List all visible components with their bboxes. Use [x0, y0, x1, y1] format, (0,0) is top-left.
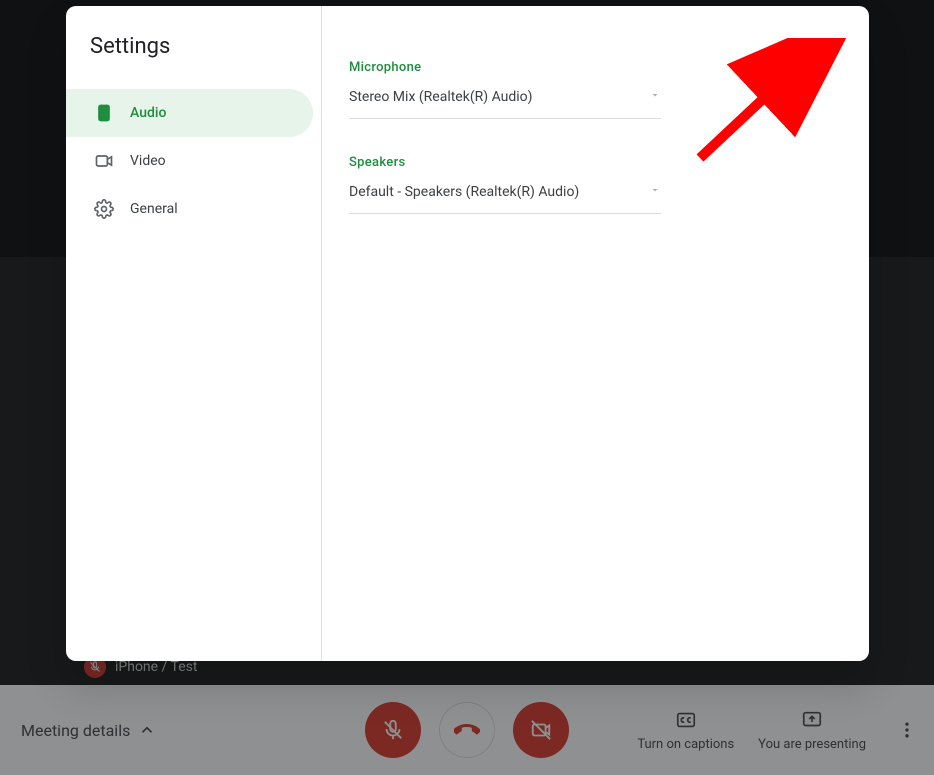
speakers-value: Default - Speakers (Realtek(R) Audio) [349, 184, 579, 200]
settings-sidebar: Settings Audio Video General [66, 6, 322, 661]
speakers-section: Speakers Default - Speakers (Realtek(R) … [349, 155, 829, 214]
sidebar-item-audio[interactable]: Audio [66, 89, 313, 137]
sidebar-item-label: General [130, 201, 178, 217]
microphone-section: Microphone Stereo Mix (Realtek(R) Audio) [349, 60, 829, 119]
close-button[interactable] [813, 30, 847, 64]
microphone-select[interactable]: Stereo Mix (Realtek(R) Audio) [349, 75, 661, 119]
microphone-value: Stereo Mix (Realtek(R) Audio) [349, 89, 533, 105]
close-icon [820, 37, 840, 57]
dropdown-caret-icon [649, 184, 661, 200]
microphone-label: Microphone [349, 60, 829, 75]
gear-icon [94, 199, 114, 219]
sidebar-item-label: Audio [130, 105, 166, 121]
sidebar-item-general[interactable]: General [66, 185, 313, 233]
camera-icon [94, 151, 114, 171]
speakers-label: Speakers [349, 155, 829, 170]
dropdown-caret-icon [649, 89, 661, 105]
sidebar-item-video[interactable]: Video [66, 137, 313, 185]
settings-modal: Settings Audio Video General [66, 6, 869, 661]
sidebar-item-label: Video [130, 153, 166, 169]
speaker-icon [94, 103, 114, 123]
speakers-select[interactable]: Default - Speakers (Realtek(R) Audio) [349, 170, 661, 214]
settings-content: Microphone Stereo Mix (Realtek(R) Audio)… [322, 6, 869, 661]
settings-title: Settings [66, 34, 321, 89]
